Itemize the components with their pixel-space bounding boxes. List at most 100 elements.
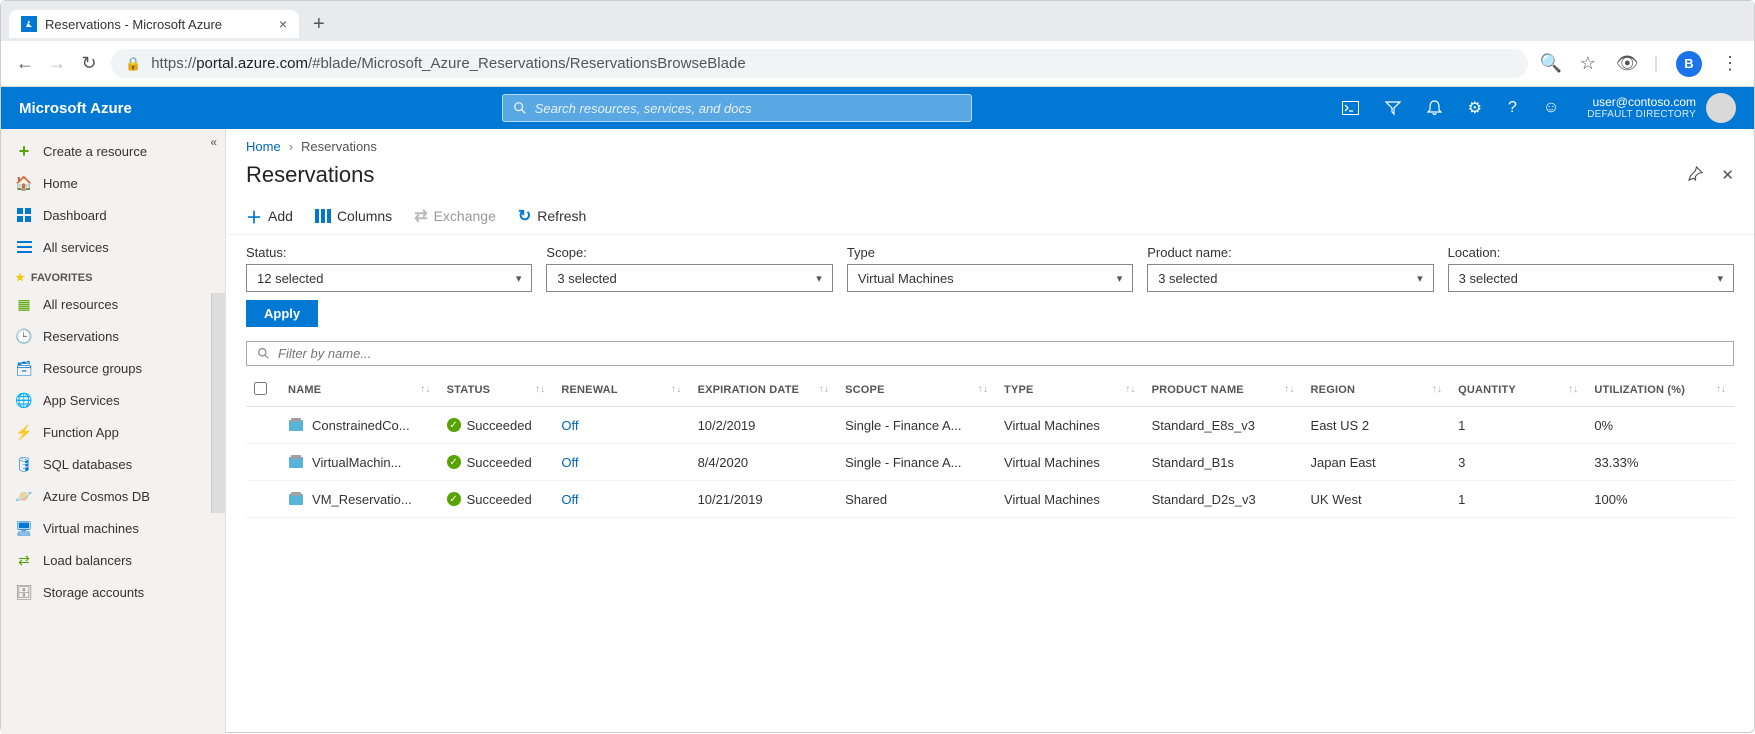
sidebar-item-reservations[interactable]: 🕒 Reservations	[1, 320, 225, 352]
add-button[interactable]: ＋ Add	[246, 204, 293, 228]
close-blade-icon[interactable]: ✕	[1721, 166, 1734, 184]
azure-logo[interactable]: Microsoft Azure	[19, 100, 132, 117]
filter-scope: Scope: 3 selected ▾	[546, 245, 832, 292]
name-filter[interactable]	[246, 341, 1734, 366]
col-status[interactable]: STATUS↑↓	[439, 374, 554, 407]
filter-type-select[interactable]: Virtual Machines ▾	[847, 264, 1133, 292]
select-all-checkbox[interactable]	[254, 382, 267, 395]
col-exp[interactable]: EXPIRATION DATE↑↓	[690, 374, 838, 407]
main-layout: « + Create a resource 🏠 Home Dashboard	[1, 129, 1754, 734]
cell-renewal[interactable]: Off	[561, 418, 578, 433]
sidebar-item-load-balancers[interactable]: ⇄ Load balancers	[1, 544, 225, 576]
col-name[interactable]: NAME↑↓	[280, 374, 439, 407]
sidebar: « + Create a resource 🏠 Home Dashboard	[1, 129, 226, 734]
col-region[interactable]: REGION↑↓	[1303, 374, 1451, 407]
sidebar-item-label: Function App	[43, 425, 119, 440]
azure-favicon-icon	[21, 16, 37, 32]
pin-icon[interactable]	[1688, 166, 1703, 184]
sidebar-item-create-resource[interactable]: + Create a resource	[1, 135, 225, 167]
star-icon[interactable]: ☆	[1578, 53, 1598, 74]
chevron-down-icon: ▾	[816, 272, 822, 285]
cell-region: Japan East	[1303, 444, 1451, 481]
reload-button[interactable]: ↻	[79, 53, 99, 74]
sort-icon: ↑↓	[978, 384, 988, 395]
feedback-icon[interactable]: ☺	[1543, 99, 1559, 117]
azure-top-bar: Microsoft Azure ⚙ ? ☺ user@contoso.com D…	[1, 87, 1754, 129]
col-qty[interactable]: QUANTITY↑↓	[1450, 374, 1586, 407]
account-control[interactable]: user@contoso.com DEFAULT DIRECTORY	[1587, 93, 1736, 123]
azure-top-icons: ⚙ ? ☺	[1342, 98, 1560, 118]
search-input[interactable]	[535, 101, 961, 116]
cell-qty: 3	[1450, 444, 1586, 481]
filter-scope-select[interactable]: 3 selected ▾	[546, 264, 832, 292]
col-product[interactable]: PRODUCT NAME↑↓	[1144, 374, 1303, 407]
new-tab-button[interactable]: +	[303, 13, 335, 36]
sidebar-item-home[interactable]: 🏠 Home	[1, 167, 225, 199]
sidebar-item-label: Virtual machines	[43, 521, 139, 536]
profile-button[interactable]: B	[1676, 51, 1702, 77]
cell-scope: Shared	[837, 481, 996, 518]
sidebar-item-label: Create a resource	[43, 144, 147, 159]
col-renewal[interactable]: RENEWAL↑↓	[553, 374, 689, 407]
sidebar-item-dashboard[interactable]: Dashboard	[1, 199, 225, 231]
address-bar[interactable]: 🔒 https://portal.azure.com/#blade/Micros…	[111, 49, 1528, 78]
refresh-button[interactable]: ↻ Refresh	[518, 206, 586, 226]
col-type[interactable]: TYPE↑↓	[996, 374, 1144, 407]
close-icon[interactable]: ×	[279, 16, 287, 32]
back-button[interactable]: ←	[15, 53, 35, 74]
apply-button[interactable]: Apply	[246, 300, 318, 327]
sidebar-item-virtual-machines[interactable]: 🖥 Virtual machines	[1, 512, 225, 544]
cloud-shell-icon[interactable]	[1342, 101, 1359, 115]
forward-button[interactable]: →	[47, 53, 67, 74]
breadcrumb-home[interactable]: Home	[246, 139, 281, 154]
eye-icon[interactable]: 👁	[1616, 53, 1636, 74]
browser-tab[interactable]: Reservations - Microsoft Azure ×	[9, 10, 299, 38]
sidebar-item-resource-groups[interactable]: 🗃 Resource groups	[1, 352, 225, 384]
filter-type: Type Virtual Machines ▾	[847, 245, 1133, 292]
sidebar-item-cosmos-db[interactable]: 🪐 Azure Cosmos DB	[1, 480, 225, 512]
zoom-icon[interactable]: 🔍	[1540, 53, 1560, 74]
grid-header-row: NAME↑↓ STATUS↑↓ RENEWAL↑↓ EXPIRATION DAT…	[246, 374, 1734, 407]
sidebar-item-all-services[interactable]: All services	[1, 231, 225, 263]
col-scope[interactable]: SCOPE↑↓	[837, 374, 996, 407]
sort-icon: ↑↓	[1568, 384, 1578, 395]
menu-icon[interactable]: ⋮	[1720, 53, 1740, 74]
sidebar-item-function-app[interactable]: ⚡ Function App	[1, 416, 225, 448]
name-filter-input[interactable]	[278, 346, 1723, 361]
table-row[interactable]: ConstrainedCo... ✓Succeeded Off 10/2/201…	[246, 407, 1734, 444]
sidebar-scrollbar[interactable]	[211, 293, 225, 513]
success-icon: ✓	[447, 492, 461, 506]
plus-icon: ＋	[246, 204, 262, 228]
table-row[interactable]: VM_Reservatio... ✓Succeeded Off 10/21/20…	[246, 481, 1734, 518]
cmd-label: Columns	[337, 208, 392, 224]
filter-location-select[interactable]: 3 selected ▾	[1448, 264, 1734, 292]
collapse-sidebar-icon[interactable]: «	[210, 135, 217, 149]
sidebar-item-storage-accounts[interactable]: 🗄 Storage accounts	[1, 576, 225, 608]
sidebar-item-all-resources[interactable]: ▦ All resources	[1, 288, 225, 320]
select-value: 3 selected	[1459, 271, 1518, 286]
select-value: 3 selected	[1158, 271, 1217, 286]
table-row[interactable]: VirtualMachin... ✓Succeeded Off 8/4/2020…	[246, 444, 1734, 481]
filter-product-select[interactable]: 3 selected ▾	[1147, 264, 1433, 292]
azure-search[interactable]	[502, 94, 972, 122]
cell-renewal[interactable]: Off	[561, 492, 578, 507]
breadcrumb-current: Reservations	[301, 139, 377, 154]
notifications-icon[interactable]	[1427, 100, 1442, 116]
cell-renewal[interactable]: Off	[561, 455, 578, 470]
success-icon: ✓	[447, 455, 461, 469]
help-icon[interactable]: ?	[1508, 99, 1517, 117]
reservation-icon	[288, 417, 304, 433]
col-util[interactable]: UTILIZATION (%)↑↓	[1586, 374, 1734, 407]
filter-icon[interactable]	[1385, 100, 1401, 116]
divider: |	[1654, 55, 1658, 73]
url-path: /#blade/Microsoft_Azure_Reservations/Res…	[308, 55, 746, 72]
columns-button[interactable]: Columns	[315, 208, 392, 224]
vm-icon: 🖥	[15, 519, 33, 537]
sidebar-item-app-services[interactable]: 🌐 App Services	[1, 384, 225, 416]
settings-icon[interactable]: ⚙	[1468, 98, 1482, 118]
cell-type: Virtual Machines	[996, 444, 1144, 481]
sidebar-item-sql-databases[interactable]: 🛢 SQL databases	[1, 448, 225, 480]
select-value: Virtual Machines	[858, 271, 954, 286]
select-value: 3 selected	[557, 271, 616, 286]
filter-status-select[interactable]: 12 selected ▾	[246, 264, 532, 292]
